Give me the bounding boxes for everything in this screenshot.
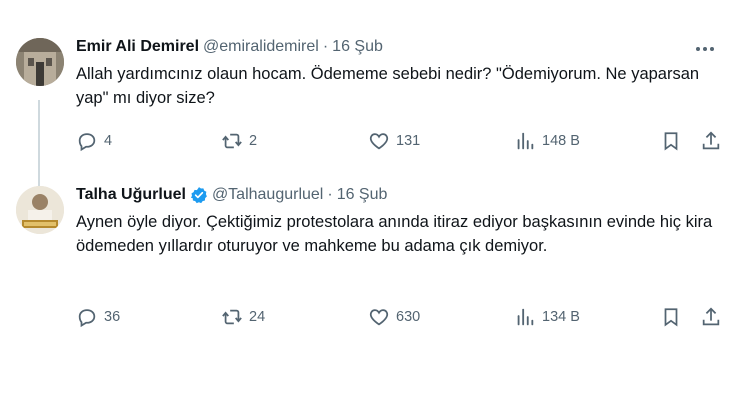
display-name[interactable]: Emir Ali Demirel [76, 38, 199, 56]
retweet-icon [222, 309, 242, 325]
retweet-count: 2 [249, 133, 258, 149]
retweet-count: 24 [249, 309, 266, 325]
tweet-header: Talha Uğurluel @Talhaugurluel · 16 Şub [76, 186, 387, 204]
reply-icon [78, 133, 96, 152]
like-button[interactable]: 131 [368, 130, 420, 152]
like-count: 131 [396, 133, 421, 149]
more-options-icon[interactable] [694, 40, 716, 58]
retweet-icon [222, 133, 242, 149]
display-name[interactable]: Talha Uğurluel [76, 186, 186, 204]
reply-count: 36 [104, 309, 121, 325]
views-chart-icon [517, 132, 534, 150]
reply-count: 4 [104, 133, 113, 149]
share-button[interactable] [700, 306, 722, 328]
tweet[interactable]: Emir Ali Demirel @emiralidemirel · 16 Şu… [0, 28, 730, 210]
views-chart-icon [517, 308, 534, 326]
tweet-text: Allah yardımcınız olaun hocam. Ödememe s… [76, 65, 700, 107]
tweet-date[interactable]: 16 Şub [332, 38, 383, 56]
reply-button[interactable]: 36 [76, 306, 120, 328]
view-count: 134 B [542, 309, 580, 325]
avatar[interactable] [16, 38, 64, 86]
heart-icon [369, 133, 389, 150]
views-button[interactable]: 148 B [514, 130, 580, 152]
share-icon [702, 307, 720, 326]
avatar[interactable] [16, 186, 64, 234]
tweet-date[interactable]: 16 Şub [337, 186, 388, 204]
separator: · [322, 38, 329, 55]
views-button[interactable]: 134 B [514, 306, 580, 328]
like-button[interactable]: 630 [368, 306, 420, 328]
user-handle[interactable]: @Talhaugurluel [212, 186, 323, 204]
retweet-button[interactable]: 2 [221, 130, 257, 152]
tweet-actions: 4 2 131 148 B [76, 130, 722, 154]
view-count: 148 B [542, 133, 580, 149]
share-button[interactable] [700, 130, 722, 152]
bookmark-icon [664, 308, 678, 327]
bookmark-icon [664, 132, 678, 151]
bookmark-button[interactable] [660, 130, 682, 152]
verified-badge-icon [190, 187, 207, 204]
tweet-thread: Emir Ali Demirel @emiralidemirel · 16 Şu… [0, 0, 730, 420]
bookmark-button[interactable] [660, 306, 682, 328]
separator: · [327, 186, 333, 203]
tweet-actions: 36 24 630 134 B [76, 306, 722, 330]
tweet-header: Emir Ali Demirel @emiralidemirel · 16 Şu… [76, 38, 383, 56]
user-handle[interactable]: @emiralidemirel [203, 38, 319, 56]
tweet[interactable]: Talha Uğurluel @Talhaugurluel · 16 Şub A… [0, 178, 730, 348]
like-count: 630 [396, 309, 421, 325]
share-icon [702, 131, 720, 150]
retweet-button[interactable]: 24 [221, 306, 265, 328]
reply-icon [78, 309, 96, 328]
heart-icon [369, 309, 389, 326]
tweet-text: Aynen öyle diyor. Çektiğimiz protestolar… [76, 213, 713, 255]
reply-button[interactable]: 4 [76, 130, 112, 152]
